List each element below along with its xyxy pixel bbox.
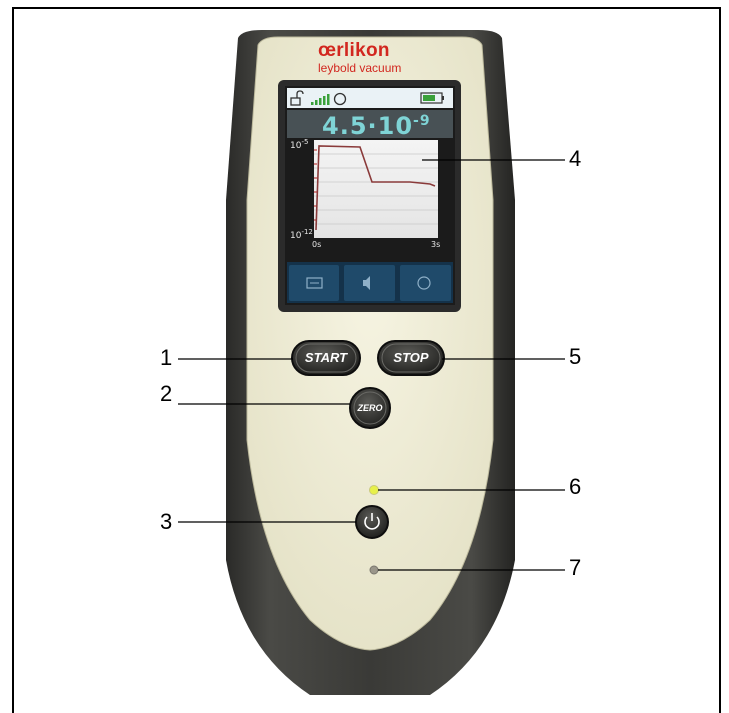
- zero-button-label[interactable]: ZERO: [350, 403, 390, 413]
- callout-2: 2: [160, 381, 173, 406]
- callout-7: 7: [569, 555, 582, 580]
- brand-name: œrlikon: [318, 40, 390, 61]
- plot-area: [314, 140, 438, 238]
- brand-subname: leybold vacuum: [318, 61, 402, 75]
- callout-6: 6: [569, 474, 582, 499]
- callout-4: 4: [569, 146, 582, 171]
- softkey-circle: [400, 265, 451, 301]
- callout-5: 5: [569, 344, 582, 369]
- y-axis-bottom-label: 10-12: [290, 228, 313, 241]
- reading-value: 4.5·10-9: [322, 112, 431, 140]
- reading-mantissa: 4.5·10: [322, 112, 414, 140]
- start-button-label[interactable]: START: [292, 350, 360, 365]
- power-button: [355, 505, 389, 539]
- device-illustration: [178, 30, 565, 695]
- status-led-off: [369, 565, 379, 575]
- y-axis-top-label: 10-5: [290, 138, 309, 151]
- callout-1: 1: [160, 345, 173, 370]
- x-axis-end-label: 3s: [431, 240, 441, 249]
- callout-3: 3: [160, 509, 173, 534]
- x-axis-start-label: 0s: [312, 240, 322, 249]
- reading-exponent: -9: [413, 113, 431, 129]
- stop-button-label[interactable]: STOP: [378, 350, 444, 365]
- status-led-yellow: [369, 485, 379, 495]
